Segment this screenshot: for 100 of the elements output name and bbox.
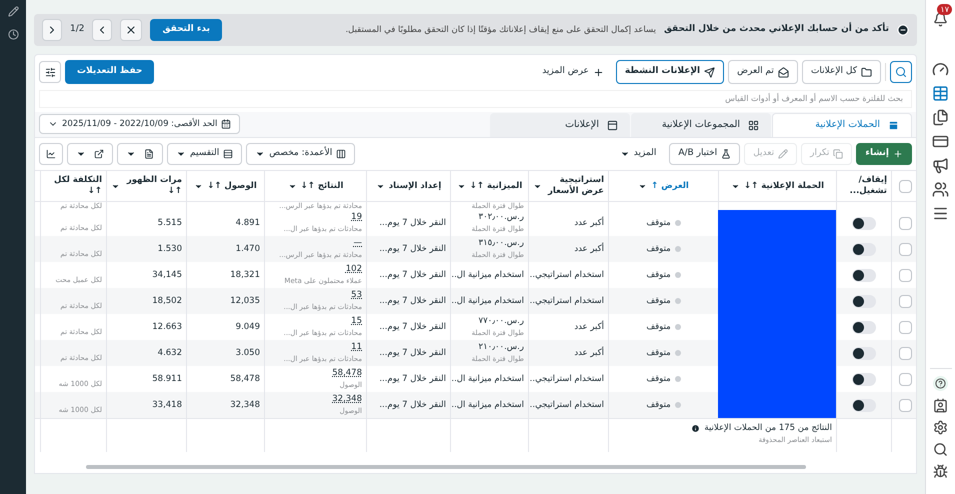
menu-icon[interactable] — [932, 205, 949, 222]
level-tab[interactable]: المجموعات الإعلانية — [631, 113, 771, 137]
toggle-switch[interactable] — [852, 320, 876, 334]
start-verification-button[interactable]: بدء التحقق — [150, 19, 222, 41]
row-checkbox[interactable] — [899, 346, 912, 360]
column-header[interactable]: مرات الظهور ↑↓ — [124, 175, 182, 197]
results-summary: النتائج من 175 من الحملات الإعلانية — [704, 422, 832, 435]
results-value[interactable]: 58,478 — [269, 367, 362, 380]
reach-value: 32,348 — [229, 398, 260, 412]
results-value[interactable]: — — [269, 237, 362, 250]
flask-icon — [721, 149, 732, 159]
status-text: متوقف — [646, 320, 671, 334]
rows-icon — [223, 149, 234, 159]
table-icon[interactable] — [932, 85, 949, 102]
row-checkbox[interactable] — [899, 268, 912, 282]
attribution-text: النقر خلال 7 يوم... — [378, 268, 446, 282]
clock-icon[interactable] — [8, 29, 18, 40]
row-checkbox[interactable] — [899, 372, 912, 386]
bid-strategy-text: أكبر عدد — [573, 242, 604, 256]
column-header[interactable]: إعداد الإسناد — [388, 180, 442, 192]
megaphone-icon[interactable] — [932, 157, 949, 174]
column-header[interactable]: الوصول ↑↓ — [207, 180, 257, 192]
select-all-checkbox[interactable] — [899, 180, 912, 192]
id-card-icon[interactable] — [933, 398, 948, 413]
column-header[interactable]: الحملة الإعلانية ↑↓ — [744, 180, 824, 192]
reach-value: 3.050 — [234, 346, 260, 360]
column-header[interactable]: العرض ↑ — [651, 180, 689, 192]
column-header[interactable]: الميزانية ↑↓ — [470, 180, 522, 192]
attribution-text: النقر خلال 7 يوم... — [378, 346, 446, 360]
close-button[interactable] — [120, 19, 142, 41]
settings-icon[interactable] — [933, 420, 948, 435]
send-icon — [704, 66, 716, 78]
results-value[interactable]: 53 — [269, 289, 362, 302]
banner-title: تأكد من أن حسابك الإعلاني محدث من خلال التحقق — [664, 23, 889, 36]
column-header[interactable]: استراتيجية عرض الأسعار — [546, 175, 604, 197]
toggle-switch[interactable] — [852, 242, 876, 256]
impressions-value: 18,502 — [151, 294, 182, 308]
toolbar-button[interactable]: إنشاء — [856, 143, 912, 165]
horizontal-scrollbar[interactable] — [86, 465, 806, 469]
view-control-button[interactable]: التقسيم — [167, 143, 242, 165]
reports-button[interactable] — [117, 143, 163, 165]
toggle-switch[interactable] — [852, 216, 876, 230]
search-button[interactable] — [890, 61, 912, 83]
column-header[interactable]: النتائج ↑↓ — [300, 180, 344, 192]
save-changes-button[interactable]: حفظ التعديلات — [65, 60, 154, 84]
results-value[interactable]: 19 — [269, 211, 362, 224]
toolbar-button[interactable]: اختبار A/B — [669, 143, 740, 165]
previous-button[interactable] — [42, 19, 62, 41]
column-header[interactable]: إيقاف/تشغيل... — [841, 175, 887, 197]
impressions-value: 58.911 — [151, 372, 182, 386]
bid-strategy-text: استخدام استراتيجي... — [533, 294, 604, 308]
results-value[interactable]: 32,348 — [269, 393, 362, 406]
sliders-icon — [44, 66, 56, 78]
results-value[interactable]: 11 — [269, 341, 362, 354]
gauge-icon[interactable] — [932, 61, 949, 78]
alert-icon — [897, 24, 909, 36]
view-filter-button[interactable]: كل الإعلانات — [802, 60, 881, 84]
show-more-button[interactable]: عرض المزيد — [534, 60, 612, 84]
envelope-icon — [778, 66, 789, 78]
more-menu-button[interactable]: المزيد — [610, 143, 666, 165]
row-checkbox[interactable] — [899, 294, 912, 308]
impressions-value: 34,145 — [151, 268, 182, 282]
settings-button[interactable] — [39, 61, 61, 83]
chart-button[interactable] — [39, 143, 63, 165]
toggle-switch[interactable] — [852, 346, 876, 360]
card-icon[interactable] — [932, 133, 949, 150]
export-button[interactable] — [67, 143, 113, 165]
reach-value: 58,478 — [229, 372, 260, 386]
people-icon[interactable] — [932, 181, 949, 198]
column-header[interactable]: التكلفة لكل ↑↓ — [45, 175, 102, 197]
row-checkbox[interactable] — [899, 216, 912, 230]
toggle-switch[interactable] — [852, 294, 876, 308]
toggle-switch[interactable] — [852, 372, 876, 386]
pencil-icon[interactable] — [8, 6, 18, 17]
toggle-switch[interactable] — [852, 398, 876, 412]
help-icon[interactable] — [933, 376, 948, 391]
panel-icon — [888, 120, 899, 131]
close-icon — [125, 24, 138, 36]
bell-icon[interactable] — [933, 12, 948, 27]
date-range-picker[interactable]: الحد الأقصى: 2022/10/09 - 2025/11/09 — [39, 114, 240, 134]
level-tab[interactable]: الحملات الإعلانية — [772, 113, 912, 137]
results-value[interactable]: 102 — [269, 263, 362, 276]
search-icon[interactable] — [933, 442, 948, 457]
level-tab[interactable]: الإعلانات — [490, 113, 630, 137]
view-filter-button[interactable]: الإعلانات النشطة — [616, 60, 724, 84]
bid-strategy-text: استخدام استراتيجي... — [533, 372, 604, 386]
toggle-switch[interactable] — [852, 268, 876, 282]
status-text: متوقف — [646, 372, 671, 386]
row-checkbox[interactable] — [899, 242, 912, 256]
panel-icon — [607, 120, 618, 130]
row-checkbox[interactable] — [899, 398, 912, 412]
results-value[interactable]: 15 — [269, 315, 362, 328]
next-button[interactable] — [92, 19, 112, 41]
pages-icon[interactable] — [932, 109, 949, 126]
bug-icon[interactable] — [933, 464, 948, 479]
view-control-button[interactable]: الأعمدة: مخصص — [246, 143, 356, 165]
impressions-value: 1.530 — [156, 242, 182, 256]
row-checkbox[interactable] — [899, 320, 912, 334]
view-filter-button[interactable]: تم العرض — [728, 60, 798, 84]
status-text: متوقف — [646, 346, 671, 360]
